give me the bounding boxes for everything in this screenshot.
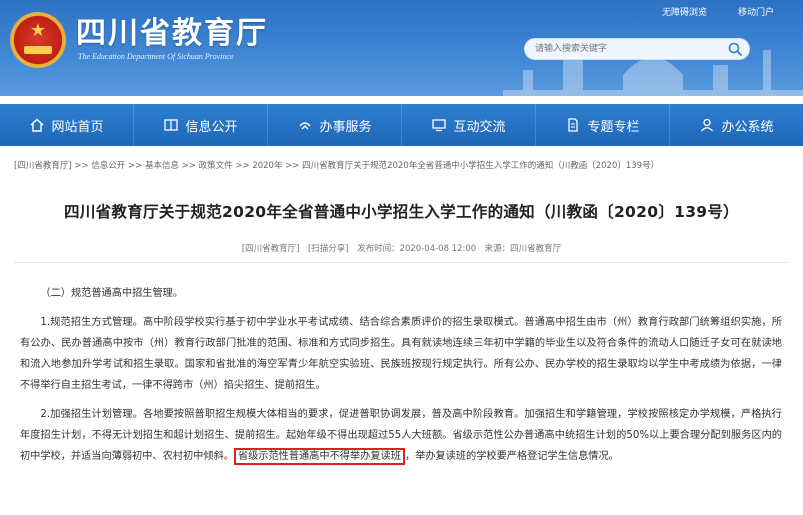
paragraph: 1.规范招生方式管理。高中阶段学校实行基于初中学业水平考试成绩、结合综合素质评价… <box>20 317 782 391</box>
breadcrumb-item-current: 四川省教育厅关于规范2020年全省普通中小学招生入学工作的通知（川教函〔2020… <box>302 161 660 171</box>
page-title: 四川省教育厅关于规范2020年全省普通中小学招生入学工作的通知（川教函〔2020… <box>64 203 739 221</box>
document-icon <box>568 118 579 132</box>
breadcrumb-item-info-disclosure[interactable]: 信息公开 <box>91 161 125 171</box>
paragraph: 2.加强招生计划管理。各地要按照普职招生规模大体相当的要求，促进普职协调发展，普… <box>20 404 782 467</box>
search-input[interactable] <box>535 42 715 56</box>
nav-label: 办事服务 <box>319 119 372 135</box>
book-icon <box>164 119 179 131</box>
site-subtitle: The Education Department Of Sichuan Prov… <box>78 52 234 61</box>
breadcrumb: [四川省教育厅] >> 信息公开 >> 基本信息 >> 政策文件 >> 2020… <box>14 161 660 171</box>
nav-label: 专题专栏 <box>587 119 640 135</box>
site-title[interactable]: 四川省教育厅 <box>76 8 268 52</box>
highlighted-text: 省级示范性普通高中不得举办复读班 <box>233 448 405 465</box>
nav-item-services[interactable]: 办事服务 <box>268 104 401 146</box>
breadcrumb-item-basic-info[interactable]: 基本信息 <box>145 161 179 171</box>
nav-label: 信息公开 <box>185 119 238 135</box>
user-icon <box>701 118 714 132</box>
nav-item-special-topics[interactable]: 专题专栏 <box>536 104 669 146</box>
article-meta: [四川省教育厅] [扫描分享] 发布时间：2020-04-08 12:00 来源… <box>241 244 562 254</box>
nav-item-interaction[interactable]: 互动交流 <box>402 104 535 146</box>
nav-item-info-disclosure[interactable]: 信息公开 <box>134 104 267 146</box>
breadcrumb-item-policy-docs[interactable]: 政策文件 <box>199 161 233 171</box>
nav-item-home[interactable]: 网站首页 <box>0 104 133 146</box>
site-header: ★ 四川省教育厅 The Education Department Of Sic… <box>0 0 803 96</box>
section-heading: （二）规范普通高中招生管理。 <box>40 288 184 299</box>
breadcrumb-item-year[interactable]: 2020年 <box>252 161 282 171</box>
mobile-portal-link[interactable]: 移动门户 <box>738 5 774 18</box>
breadcrumb-item-home[interactable]: [四川省教育厅] <box>14 161 72 171</box>
accessibility-link[interactable]: 无障碍浏览 <box>662 5 707 18</box>
nav-label: 办公系统 <box>721 119 774 135</box>
search-box[interactable] <box>524 38 750 60</box>
divider <box>14 262 789 263</box>
main-nav: 网站首页 信息公开 办事服务 互动交流 专题专栏 办公系统 <box>0 104 803 146</box>
paragraph-text: ，举办复读班的学校要严格登记学生信息情况。 <box>404 451 619 462</box>
search-icon[interactable] <box>727 41 743 57</box>
nav-label: 互动交流 <box>453 119 506 135</box>
national-emblem-icon[interactable]: ★ <box>10 12 66 68</box>
service-icon <box>299 122 312 130</box>
nav-item-office-system[interactable]: 办公系统 <box>670 104 803 146</box>
monitor-icon <box>432 119 447 132</box>
home-icon <box>31 118 44 132</box>
nav-label: 网站首页 <box>51 119 104 135</box>
article-body: （二）规范普通高中招生管理。 1.规范招生方式管理。高中阶段学校实行基于初中学业… <box>20 283 782 475</box>
